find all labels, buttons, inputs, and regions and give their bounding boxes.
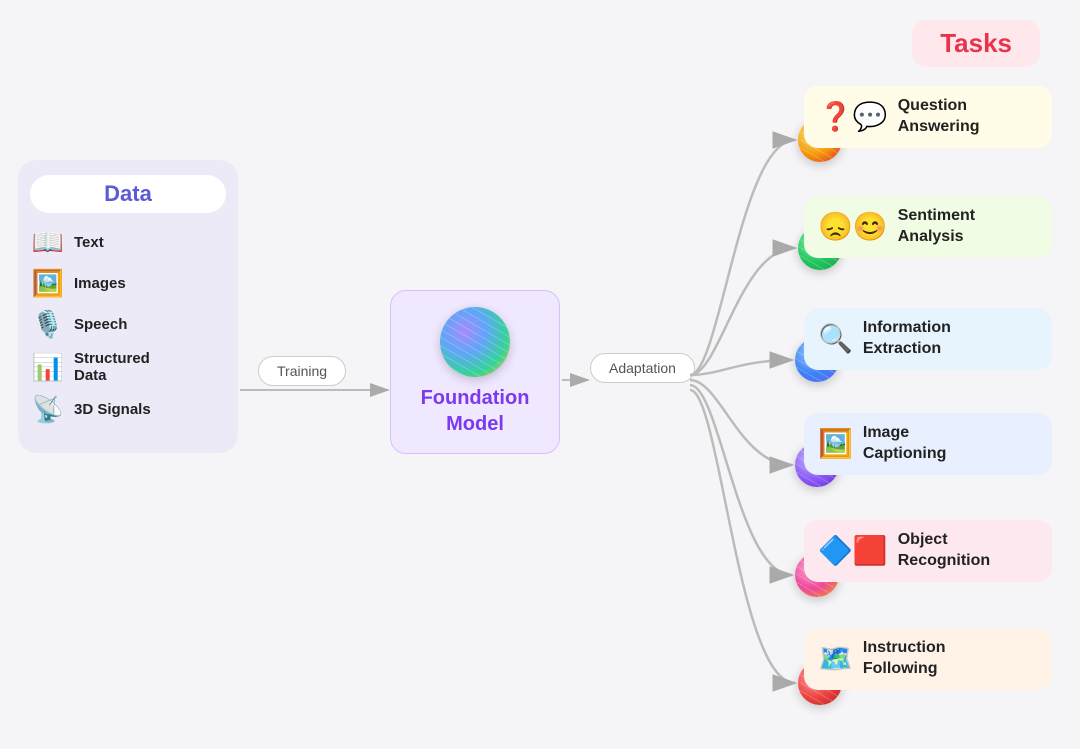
structured-icon: 📊 [30,352,66,383]
text-label: Text [74,234,104,251]
images-icon: 🖼️ [30,268,66,299]
data-item-text: 📖 Text [30,227,226,258]
ic-label: ImageCaptioning [863,423,947,465]
data-title: Data [104,181,152,206]
structured-label: StructuredData [74,350,150,384]
speech-label: Speech [74,316,127,333]
foundation-sphere [440,307,510,377]
or-icon: 🔷🟥 [818,534,888,567]
if-icon: 🗺️ [818,642,853,675]
qa-label: QuestionAnswering [898,96,980,138]
images-label: Images [74,275,126,292]
data-section: Data 📖 Text 🖼️ Images 🎙️ Speech 📊 Struct… [18,160,238,453]
tasks-title-box: Tasks [912,20,1040,67]
3d-icon: 📡 [30,394,66,425]
speech-icon: 🎙️ [30,309,66,340]
adaptation-label: Adaptation [590,353,695,383]
data-item-images: 🖼️ Images [30,268,226,299]
foundation-model-title: FoundationModel [401,385,549,437]
foundation-model-box: FoundationModel [390,290,560,454]
data-item-structured: 📊 StructuredData [30,350,226,384]
or-label: ObjectRecognition [898,530,990,572]
ic-icon: 🖼️ [818,427,853,460]
text-icon: 📖 [30,227,66,258]
task-box-sentiment: 😞😊 SentimentAnalysis [804,196,1052,258]
task-box-or: 🔷🟥 ObjectRecognition [804,520,1052,582]
ie-label: InformationExtraction [863,318,951,360]
tasks-title: Tasks [940,28,1012,58]
if-label: InstructionFollowing [863,638,946,680]
data-item-3d: 📡 3D Signals [30,394,226,425]
data-item-speech: 🎙️ Speech [30,309,226,340]
ie-icon: 🔍 [818,322,853,355]
sentiment-label: SentimentAnalysis [898,206,975,248]
task-box-ic: 🖼️ ImageCaptioning [804,413,1052,475]
training-label: Training [258,356,346,386]
3d-label: 3D Signals [74,401,151,418]
sentiment-icon: 😞😊 [818,210,888,243]
qa-icon: ❓💬 [818,100,888,133]
task-box-qa: ❓💬 QuestionAnswering [804,86,1052,148]
data-title-box: Data [30,175,226,213]
task-box-if: 🗺️ InstructionFollowing [804,628,1052,690]
task-box-ie: 🔍 InformationExtraction [804,308,1052,370]
